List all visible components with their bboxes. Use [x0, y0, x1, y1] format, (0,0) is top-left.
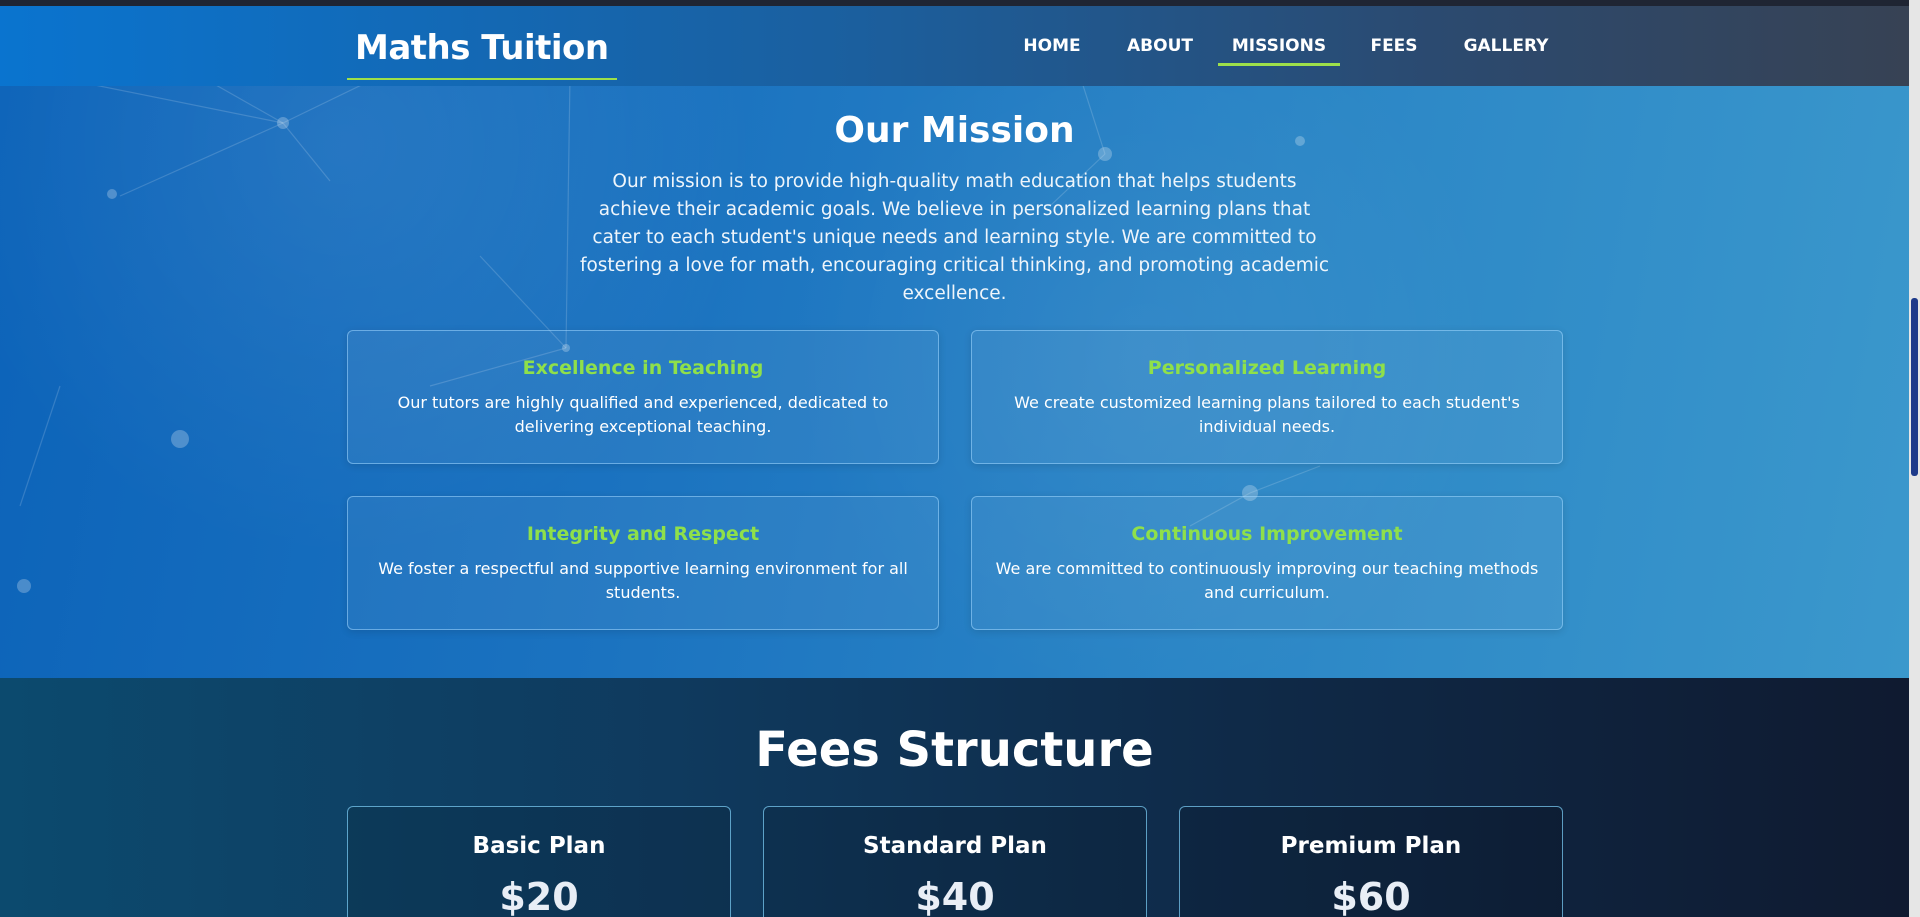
mission-description: Our mission is to provide high-quality m… — [579, 171, 1330, 304]
card-excellence-in-teaching: Excellence in Teaching Our tutors are hi… — [347, 330, 939, 464]
plan-price: $60 — [1331, 875, 1411, 917]
plan-name: Basic Plan — [472, 833, 606, 859]
plan-name: Standard Plan — [863, 833, 1047, 859]
plan-card-standard[interactable]: Standard Plan $40 — [763, 806, 1147, 917]
nav-missions[interactable]: MISSIONS — [1218, 30, 1340, 66]
mission-title: Our Mission — [834, 110, 1075, 151]
nav-about[interactable]: ABOUT — [1114, 30, 1206, 66]
card-title: Personalized Learning — [1147, 357, 1387, 379]
plan-name: Premium Plan — [1280, 833, 1462, 859]
site-header: Maths Tuition HOME ABOUT MISSIONS FEES G… — [0, 6, 1909, 86]
fees-title: Fees Structure — [755, 722, 1154, 778]
fees-section: Fees Structure Basic Plan $20 Standard P… — [0, 678, 1909, 917]
card-text: We are committed to continuously improvi… — [995, 559, 1539, 602]
card-text: We foster a respectful and supportive le… — [378, 559, 908, 602]
plan-card-basic[interactable]: Basic Plan $20 — [347, 806, 731, 917]
card-title: Continuous Improvement — [1131, 523, 1403, 545]
card-personalized-learning: Personalized Learning We create customiz… — [971, 330, 1563, 464]
plan-price: $40 — [915, 875, 995, 917]
scrollbar-thumb[interactable] — [1911, 298, 1918, 476]
nav-fees[interactable]: FEES — [1364, 30, 1424, 66]
mission-section: Our Mission Our mission is to provide hi… — [0, 86, 1909, 678]
plan-card-premium[interactable]: Premium Plan $60 — [1179, 806, 1563, 917]
main-nav: HOME ABOUT MISSIONS FEES GALLERY — [0, 6, 1909, 86]
card-integrity-and-respect: Integrity and Respect We foster a respec… — [347, 496, 939, 630]
nav-home[interactable]: HOME — [1010, 30, 1094, 66]
plan-price: $20 — [499, 875, 579, 917]
card-title: Excellence in Teaching — [522, 357, 764, 379]
card-title: Integrity and Respect — [526, 523, 760, 545]
card-continuous-improvement: Continuous Improvement We are committed … — [971, 496, 1563, 630]
nav-gallery[interactable]: GALLERY — [1458, 30, 1554, 66]
card-text: Our tutors are highly qualified and expe… — [397, 393, 889, 436]
card-text: We create customized learning plans tail… — [1014, 393, 1520, 436]
